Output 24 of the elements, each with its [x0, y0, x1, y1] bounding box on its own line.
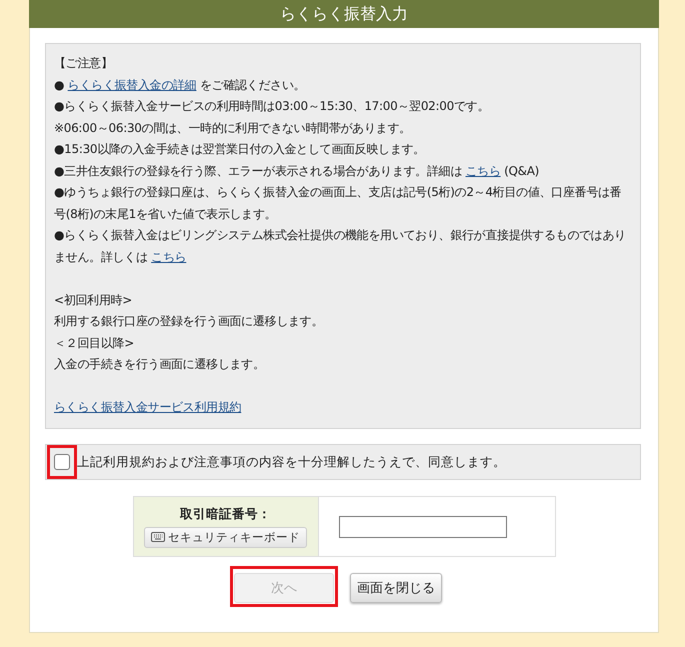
page-title: らくらく振替入力 [29, 0, 659, 28]
security-keyboard-button[interactable]: セキュリティキーボード [144, 526, 307, 548]
link[interactable]: こちら [466, 164, 501, 178]
link[interactable]: こちら [151, 250, 186, 264]
agree-checkbox[interactable] [54, 454, 70, 470]
notice-text: <初回利用時> [54, 292, 134, 308]
close-button[interactable]: 画面を閉じる [350, 573, 442, 603]
agreement-label: 上記利用規約および注意事項の内容を十分理解したうえで、同意します。 [77, 454, 506, 470]
notice-text: ※06:00～06:30の間は、一時的に利用できない時間帯があります。 [54, 120, 412, 136]
notice-text: 利用する銀行口座の登録を行う画面に遷移します。 [54, 313, 324, 330]
keyboard-icon [151, 532, 165, 542]
link[interactable]: らくらく振替入金サービス利用規約 [54, 400, 242, 414]
notice-text: ＜２回目以降> [54, 334, 135, 352]
pin-label: 取引暗証番号： [180, 506, 271, 522]
notice-text: ●らくらく振替入金はビリングシステム株式会社提供の機能を用いており、銀行が直接提供するものではありません。詳しくは こちら [54, 227, 627, 266]
notice-text: ●ゆうちょ銀行の登録口座は、らくらく振替入金の画面上、支店は記号(5桁)の2～4桁目の値、口座番号は番号(8桁)の末尾1を省いた値で表示します。 [54, 184, 622, 222]
notice-text: ●三井住友銀行の登録を行う際、エラーが表示される場合があります。詳細は こちら (Q&A) [54, 162, 540, 180]
notice-text: ●15:30以降の入金手続きは翌営業日付の入金として画面反映します。 [54, 141, 426, 158]
notice-text: 【ご注意】 [54, 55, 114, 72]
notice-text: 入金の手続きを行う画面に遷移します。 [54, 356, 266, 373]
pin-input[interactable] [338, 516, 506, 538]
link[interactable]: らくらく振替入金の詳細 [68, 78, 196, 92]
notice-text: ●らくらく振替入金サービスの利用時間は03:00～15:30、17:00～翌02:00です。 [54, 98, 490, 115]
notice-text: ● らくらく振替入金の詳細 をご確認ください。 [54, 76, 306, 94]
